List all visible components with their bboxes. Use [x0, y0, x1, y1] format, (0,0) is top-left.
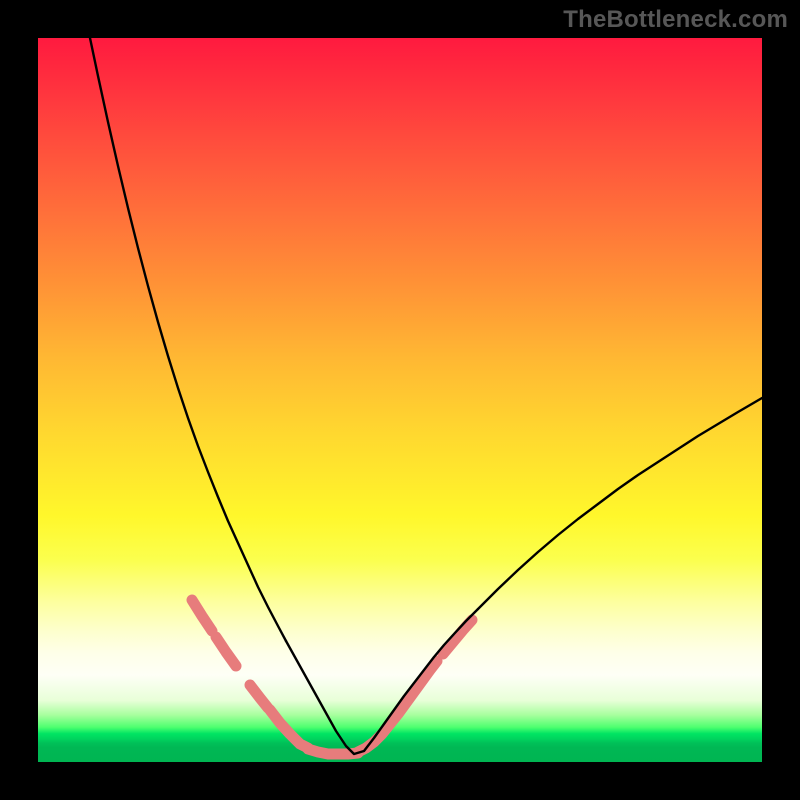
series-black-curve-right [478, 398, 762, 609]
plot-area [38, 38, 762, 762]
watermark-text: TheBottleneck.com [563, 6, 788, 34]
chart-frame: TheBottleneck.com [0, 0, 800, 800]
series-pink-seg-left-2 [216, 637, 236, 666]
curve-layer [38, 38, 762, 762]
series-black-curve-left [90, 38, 286, 641]
series-pink-seg-left-1 [192, 600, 212, 631]
series-pink-seg-left-4 [270, 710, 308, 748]
series-pink-seg-left-3 [250, 685, 268, 708]
series-pink-seg-right-2 [443, 620, 472, 654]
